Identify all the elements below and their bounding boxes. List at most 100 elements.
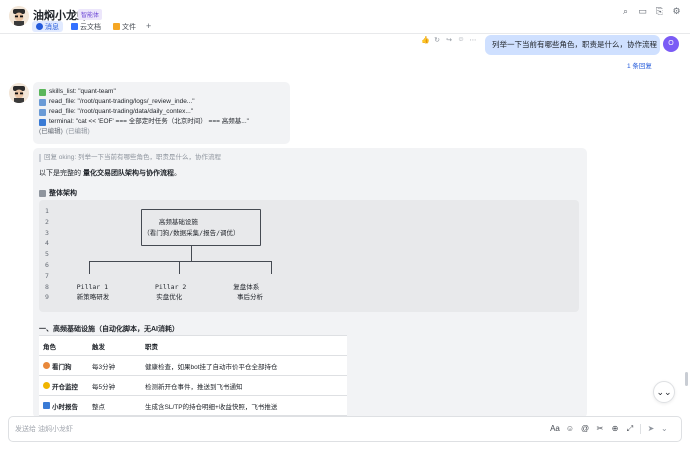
chat-window: 油焖小龙虾 智能体 消息 云文档 文件 + ⌕ ▭ ⎘ ⚙ 👍 ↻ ↪ ☺ ⋯ … xyxy=(0,0,690,452)
duty-cell: 健康检查，如果bot挂了自动市价平仓全部持仓 xyxy=(145,363,278,371)
line-number: 5 xyxy=(45,250,49,259)
architecture-title: 整体架构 xyxy=(49,190,77,197)
diagram-branch-tick xyxy=(179,261,180,274)
chat-bubble-icon xyxy=(36,23,43,30)
diagram-branch-tick xyxy=(271,261,272,274)
code-line: 8 Pillar 1 Pillar 2 复盘体系 xyxy=(45,282,579,293)
tool-call-line: read_file: "/root/quant-trading/logs/_re… xyxy=(39,97,284,107)
format-text-icon[interactable]: Aa xyxy=(550,423,560,434)
expand-icon[interactable]: ⤢ xyxy=(625,423,635,434)
add-circle-icon[interactable]: ⊕ xyxy=(610,423,620,434)
code-line: 2 高频基础设施 xyxy=(45,217,579,228)
table-header-row: 角色 触发 职责 xyxy=(39,336,347,356)
table-row: 看门狗 每3分钟 健康检查，如果bot挂了自动市价平仓全部持仓 xyxy=(39,356,347,376)
role-cell: 开仓监控 xyxy=(39,381,90,391)
line-number: 8 xyxy=(45,282,49,291)
video-call-icon[interactable]: ▭ xyxy=(637,6,648,17)
code-line: 3 （看门狗/数据采集/报告/调优） xyxy=(45,228,579,239)
send-options-icon[interactable]: ⌄ xyxy=(661,423,668,434)
trigger-cell: 每3分钟 xyxy=(92,363,116,371)
scroll-to-bottom-button[interactable]: ⌄⌄ xyxy=(653,381,675,403)
reply-quote: 回复 oking: 列举一下当前有哪些角色，职责是什么，协作流程 xyxy=(39,154,221,162)
tab-messages[interactable]: 消息 xyxy=(32,21,63,32)
architecture-code-block[interactable]: 1 2 高频基础设施 3 （看门狗/数据采集/报告/调优） 4 5 6 7 8 … xyxy=(39,200,579,312)
skills-icon xyxy=(39,88,46,96)
code-line: 1 xyxy=(45,206,579,217)
table-row: 小时报告 整点 生成含SL/TP的持仓明细+收益快照，飞书推送 xyxy=(39,396,347,416)
tab-label: 云文档 xyxy=(80,23,101,31)
bot-avatar[interactable] xyxy=(9,6,29,26)
intro-bold: 量化交易团队架构与协作流程 xyxy=(82,170,174,177)
message-input[interactable] xyxy=(15,423,435,436)
bell-icon xyxy=(43,382,50,389)
line-number: 6 xyxy=(45,260,49,269)
message-composer: Aa ☺ @ ✂ ⊕ ⤢ ➤ ⌄ xyxy=(8,416,682,442)
answer-intro: 以下是完整的 量化交易团队架构与协作流程。 xyxy=(39,168,181,178)
share-icon[interactable]: ⎘ xyxy=(654,6,665,17)
diagram-connector xyxy=(191,246,192,261)
tool-call-text: terminal: "cat << 'EOF' === 全部定时任务（北京时间）… xyxy=(49,118,249,125)
bot-message-avatar[interactable] xyxy=(9,83,29,103)
emoji-icon[interactable]: ☺ xyxy=(565,423,575,434)
answer-bubble[interactable]: 回复 oking: 列举一下当前有哪些角色，职责是什么，协作流程 以下是完整的 … xyxy=(33,148,587,418)
chart-icon xyxy=(43,402,50,409)
send-icon[interactable]: ➤ xyxy=(646,423,656,434)
building-icon xyxy=(39,189,46,197)
tool-calls-bubble[interactable]: skills_list: "quant-team" read_file: "/r… xyxy=(33,82,290,144)
tab-label: 文件 xyxy=(122,23,136,31)
line-text: 新策略研发 实盘优化 事后分析 xyxy=(65,293,263,302)
role-cell: 看门狗 xyxy=(39,361,90,371)
toolbar-divider xyxy=(640,423,641,434)
line-number: 3 xyxy=(45,228,49,237)
refresh-icon[interactable]: ↻ xyxy=(433,36,441,44)
reply-count-text: 1 条回复 xyxy=(627,63,652,70)
folder-icon xyxy=(113,23,120,30)
header-actions: ⌕ ▭ ⎘ ⚙ xyxy=(620,6,682,17)
agent-badge: 智能体 xyxy=(78,9,103,20)
screenshot-icon[interactable]: ✂ xyxy=(595,423,605,434)
file-icon xyxy=(39,108,46,116)
chat-tabs: 消息 云文档 文件 + xyxy=(32,21,151,34)
role-name: 开仓监控 xyxy=(52,383,78,391)
edited-marker: (已编辑) (已编辑) xyxy=(39,127,284,137)
code-line: 7 xyxy=(45,271,579,282)
diagram-branch-line xyxy=(89,261,272,262)
diagram-branch-tick xyxy=(89,261,90,274)
line-number: 2 xyxy=(45,217,49,226)
trigger-cell: 每5分钟 xyxy=(92,383,116,391)
message-hover-actions: 👍 ↻ ↪ ☺ ⋯ xyxy=(421,36,477,44)
duty-cell: 生成含SL/TP的持仓明细+收益快照，飞书推送 xyxy=(145,403,278,411)
diagram-box xyxy=(141,209,261,246)
thumbs-up-icon[interactable]: 👍 xyxy=(421,36,430,44)
edited-label: (已编辑) xyxy=(39,128,63,135)
role-name: 小时报告 xyxy=(52,403,78,411)
tab-label: 消息 xyxy=(45,23,59,31)
search-icon[interactable]: ⌕ xyxy=(620,6,631,17)
forward-icon[interactable]: ↪ xyxy=(445,36,453,44)
role-cell: 小时报告 xyxy=(39,401,90,411)
tab-files[interactable]: 文件 xyxy=(109,21,140,32)
tab-cloud-docs[interactable]: 云文档 xyxy=(67,21,105,32)
trigger-cell: 整点 xyxy=(92,403,105,411)
reply-count-link[interactable]: 1 条回复 xyxy=(627,60,652,70)
table-row: 开仓监控 每5分钟 检测新开仓事件，推送到飞书通知 xyxy=(39,376,347,396)
duty-cell: 检测新开仓事件，推送到飞书通知 xyxy=(145,383,243,391)
more-icon[interactable]: ⋯ xyxy=(469,36,477,44)
line-number: 7 xyxy=(45,271,49,280)
terminal-icon xyxy=(39,118,46,126)
roles-table: 角色 触发 职责 看门狗 每3分钟 健康检查，如果bot挂了自动市价平仓全部持仓… xyxy=(39,335,347,416)
user-message-bubble[interactable]: 列举一下当前有哪些角色，职责是什么，协作流程 xyxy=(485,35,660,55)
col-header-role: 角色 xyxy=(43,343,56,351)
edited-label-muted: (已编辑) xyxy=(65,128,90,135)
code-line: 9 新策略研发 实盘优化 事后分析 xyxy=(45,292,579,303)
tool-call-text: read_file: "/root/quant-trading/logs/_re… xyxy=(49,98,195,105)
settings-icon[interactable]: ⚙ xyxy=(671,6,682,17)
col-header-duty: 职责 xyxy=(145,343,158,351)
code-line: 5 xyxy=(45,249,579,260)
scrollbar-thumb[interactable] xyxy=(685,372,688,386)
add-tab-button[interactable]: + xyxy=(146,21,151,34)
mention-icon[interactable]: @ xyxy=(580,423,590,434)
emoji-reaction-icon[interactable]: ☺ xyxy=(457,36,465,44)
composer-toolbar: Aa ☺ @ ✂ ⊕ ⤢ ➤ ⌄ xyxy=(550,423,668,434)
user-avatar[interactable]: O xyxy=(663,36,679,52)
